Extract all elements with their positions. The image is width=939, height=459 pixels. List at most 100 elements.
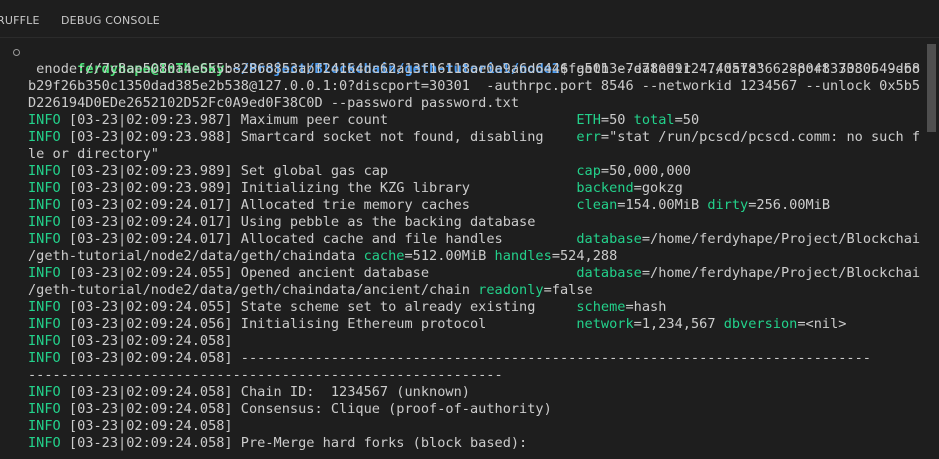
log-text: [03-23|02:09:24.058] Chain ID: 1234567 (… — [60, 384, 470, 400]
log-text: =hash — [625, 299, 667, 315]
log-level: INFO — [28, 112, 61, 128]
panel-tab-bar: RUFFLE DEBUG CONSOLE — [0, 0, 939, 38]
log-line: INFO [03-23|02:09:23.989] Set global gas… — [0, 163, 920, 180]
log-line: INFO [03-23|02:09:24.058] — [0, 418, 920, 435]
log-text: /geth-tutorial/node2/data/geth/chaindata… — [28, 282, 479, 298]
log-output: INFO [03-23|02:09:23.987] Maximum peer c… — [0, 112, 920, 452]
log-key: backend — [576, 180, 634, 196]
log-level: INFO — [28, 418, 61, 434]
tab-debug-console[interactable]: DEBUG CONSOLE — [61, 14, 160, 28]
log-key: readonly — [478, 282, 544, 298]
log-text: [03-23|02:09:24.058] Consensus: Clique (… — [60, 401, 552, 417]
log-line: INFO [03-23|02:09:24.017] Allocated trie… — [0, 197, 920, 214]
log-key: scheme — [576, 299, 626, 315]
log-text: /geth-tutorial/node2/data/geth/chaindata — [28, 248, 364, 264]
log-text: le or directory" — [28, 146, 159, 162]
log-line: /geth-tutorial/node2/data/geth/chaindata… — [0, 282, 920, 299]
log-level: INFO — [28, 333, 61, 349]
terminal-panel: RUFFLE DEBUG CONSOLE ferdyhape@InTheSky:… — [0, 0, 939, 459]
log-text: [03-23|02:09:24.017] Using pebble as the… — [60, 214, 536, 230]
log-level: INFO — [28, 129, 61, 145]
log-text: [03-23|02:09:24.055] State scheme set to… — [60, 299, 577, 315]
command-continuation: enode://7c8ae5080a4e655b82868853abf24164… — [0, 61, 920, 78]
log-text: [03-23|02:09:24.055] Opened ancient data… — [60, 265, 577, 281]
log-line: INFO [03-23|02:09:24.055] State scheme s… — [0, 299, 920, 316]
log-text: [03-23|02:09:23.987] Maximum peer count — [60, 112, 577, 128]
log-line: INFO [03-23|02:09:24.058] --------------… — [0, 350, 920, 367]
log-level: INFO — [28, 401, 61, 417]
log-text: =154.00MiB — [617, 197, 708, 213]
log-key: err — [576, 129, 601, 145]
log-level: INFO — [28, 214, 61, 230]
log-text: =512.00MiB — [404, 248, 495, 264]
log-text: =/home/ferdyhape/Project/Blockchain — [641, 265, 920, 281]
log-line: le or directory" — [0, 146, 920, 163]
scrollbar-thumb[interactable] — [927, 44, 936, 132]
log-text: [03-23|02:09:23.989] Initializing the KZ… — [60, 180, 577, 196]
command-decoration-icon[interactable] — [13, 49, 20, 56]
log-line: INFO [03-23|02:09:24.058] Consensus: Cli… — [0, 401, 920, 418]
log-key: clean — [576, 197, 618, 213]
command-continuation: D226194D0EDe2652102D52Fc0A9ed0F38C0D --p… — [0, 95, 920, 112]
log-key: cap — [576, 163, 601, 179]
log-text: =false — [543, 282, 593, 298]
log-text: =<nil> — [797, 316, 847, 332]
command-text: b29f26b350c1350dad385e2b538@127.0.0.1:0?… — [28, 78, 920, 94]
log-line: INFO [03-23|02:09:24.017] Allocated cach… — [0, 231, 920, 248]
log-level: INFO — [28, 163, 61, 179]
log-line: INFO [03-23|02:09:24.017] Using pebble a… — [0, 214, 920, 231]
log-level: INFO — [28, 384, 61, 400]
log-line: INFO [03-23|02:09:24.058] — [0, 333, 920, 350]
log-text: =gokzg — [633, 180, 683, 196]
log-text: [03-23|02:09:24.058] Pre-Merge hard fork… — [60, 435, 528, 451]
log-key: database — [576, 231, 642, 247]
log-key: cache — [363, 248, 405, 264]
command-text: enode://7c8ae5080a4e655b82868853abf24164… — [28, 61, 920, 77]
tab-truffle[interactable]: RUFFLE — [0, 14, 40, 28]
log-line: /geth-tutorial/node2/data/geth/chaindata… — [0, 248, 920, 265]
log-line: INFO [03-23|02:09:23.987] Maximum peer c… — [0, 112, 920, 129]
log-level: INFO — [28, 180, 61, 196]
log-text: =1,234,567 — [633, 316, 724, 332]
command-text: D226194D0EDe2652102D52Fc0A9ed0F38C0D --p… — [28, 95, 520, 111]
log-line: INFO [03-23|02:09:24.056] Initialising E… — [0, 316, 920, 333]
prompt-line: ferdyhape@InTheSky:~/Project/Blockchain/… — [0, 44, 920, 77]
log-line: ----------------------------------------… — [0, 367, 920, 384]
log-level: INFO — [28, 435, 61, 451]
command-continuation: b29f26b350c1350dad385e2b538@127.0.0.1:0?… — [0, 78, 920, 95]
log-line: INFO [03-23|02:09:23.989] Initializing t… — [0, 180, 920, 197]
log-text: [03-23|02:09:23.989] Set global gas cap — [60, 163, 577, 179]
log-key: database — [576, 265, 642, 281]
log-text: =256.00MiB — [748, 197, 831, 213]
log-text: ="stat /run/pcscd/pcscd.comm: no such fi — [600, 129, 920, 145]
log-text: [03-23|02:09:24.017] Allocated trie memo… — [60, 197, 577, 213]
log-key: handles — [494, 248, 552, 264]
log-key: dbversion — [723, 316, 798, 332]
log-level: INFO — [28, 316, 61, 332]
log-text: =50,000,000 — [600, 163, 691, 179]
log-level: INFO — [28, 350, 61, 366]
log-text: [03-23|02:09:24.058] -------------------… — [60, 350, 871, 366]
log-line: INFO [03-23|02:09:24.055] Opened ancient… — [0, 265, 920, 282]
log-key: total — [633, 112, 675, 128]
log-line: INFO [03-23|02:09:23.988] Smartcard sock… — [0, 129, 920, 146]
log-text: [03-23|02:09:24.056] Initialising Ethere… — [60, 316, 577, 332]
log-text: ----------------------------------------… — [28, 367, 503, 383]
log-key: network — [576, 316, 634, 332]
log-text: [03-23|02:09:24.058] — [60, 333, 233, 349]
log-text: =50 — [600, 112, 634, 128]
log-level: INFO — [28, 299, 61, 315]
log-text: =524,288 — [551, 248, 618, 264]
log-text: =50 — [674, 112, 700, 128]
log-text: [03-23|02:09:24.017] Allocated cache and… — [60, 231, 577, 247]
log-key: dirty — [707, 197, 749, 213]
log-key: ETH — [576, 112, 601, 128]
log-line: INFO [03-23|02:09:24.058] Chain ID: 1234… — [0, 384, 920, 401]
log-text: [03-23|02:09:23.988] Smartcard socket no… — [60, 129, 577, 145]
log-level: INFO — [28, 265, 61, 281]
log-level: INFO — [28, 197, 61, 213]
terminal-output[interactable]: ferdyhape@InTheSky:~/Project/Blockchain/… — [0, 44, 920, 459]
log-text: =/home/ferdyhape/Project/Blockchain — [641, 231, 920, 247]
terminal-scrollbar[interactable] — [925, 44, 939, 459]
log-text: [03-23|02:09:24.058] — [60, 418, 233, 434]
